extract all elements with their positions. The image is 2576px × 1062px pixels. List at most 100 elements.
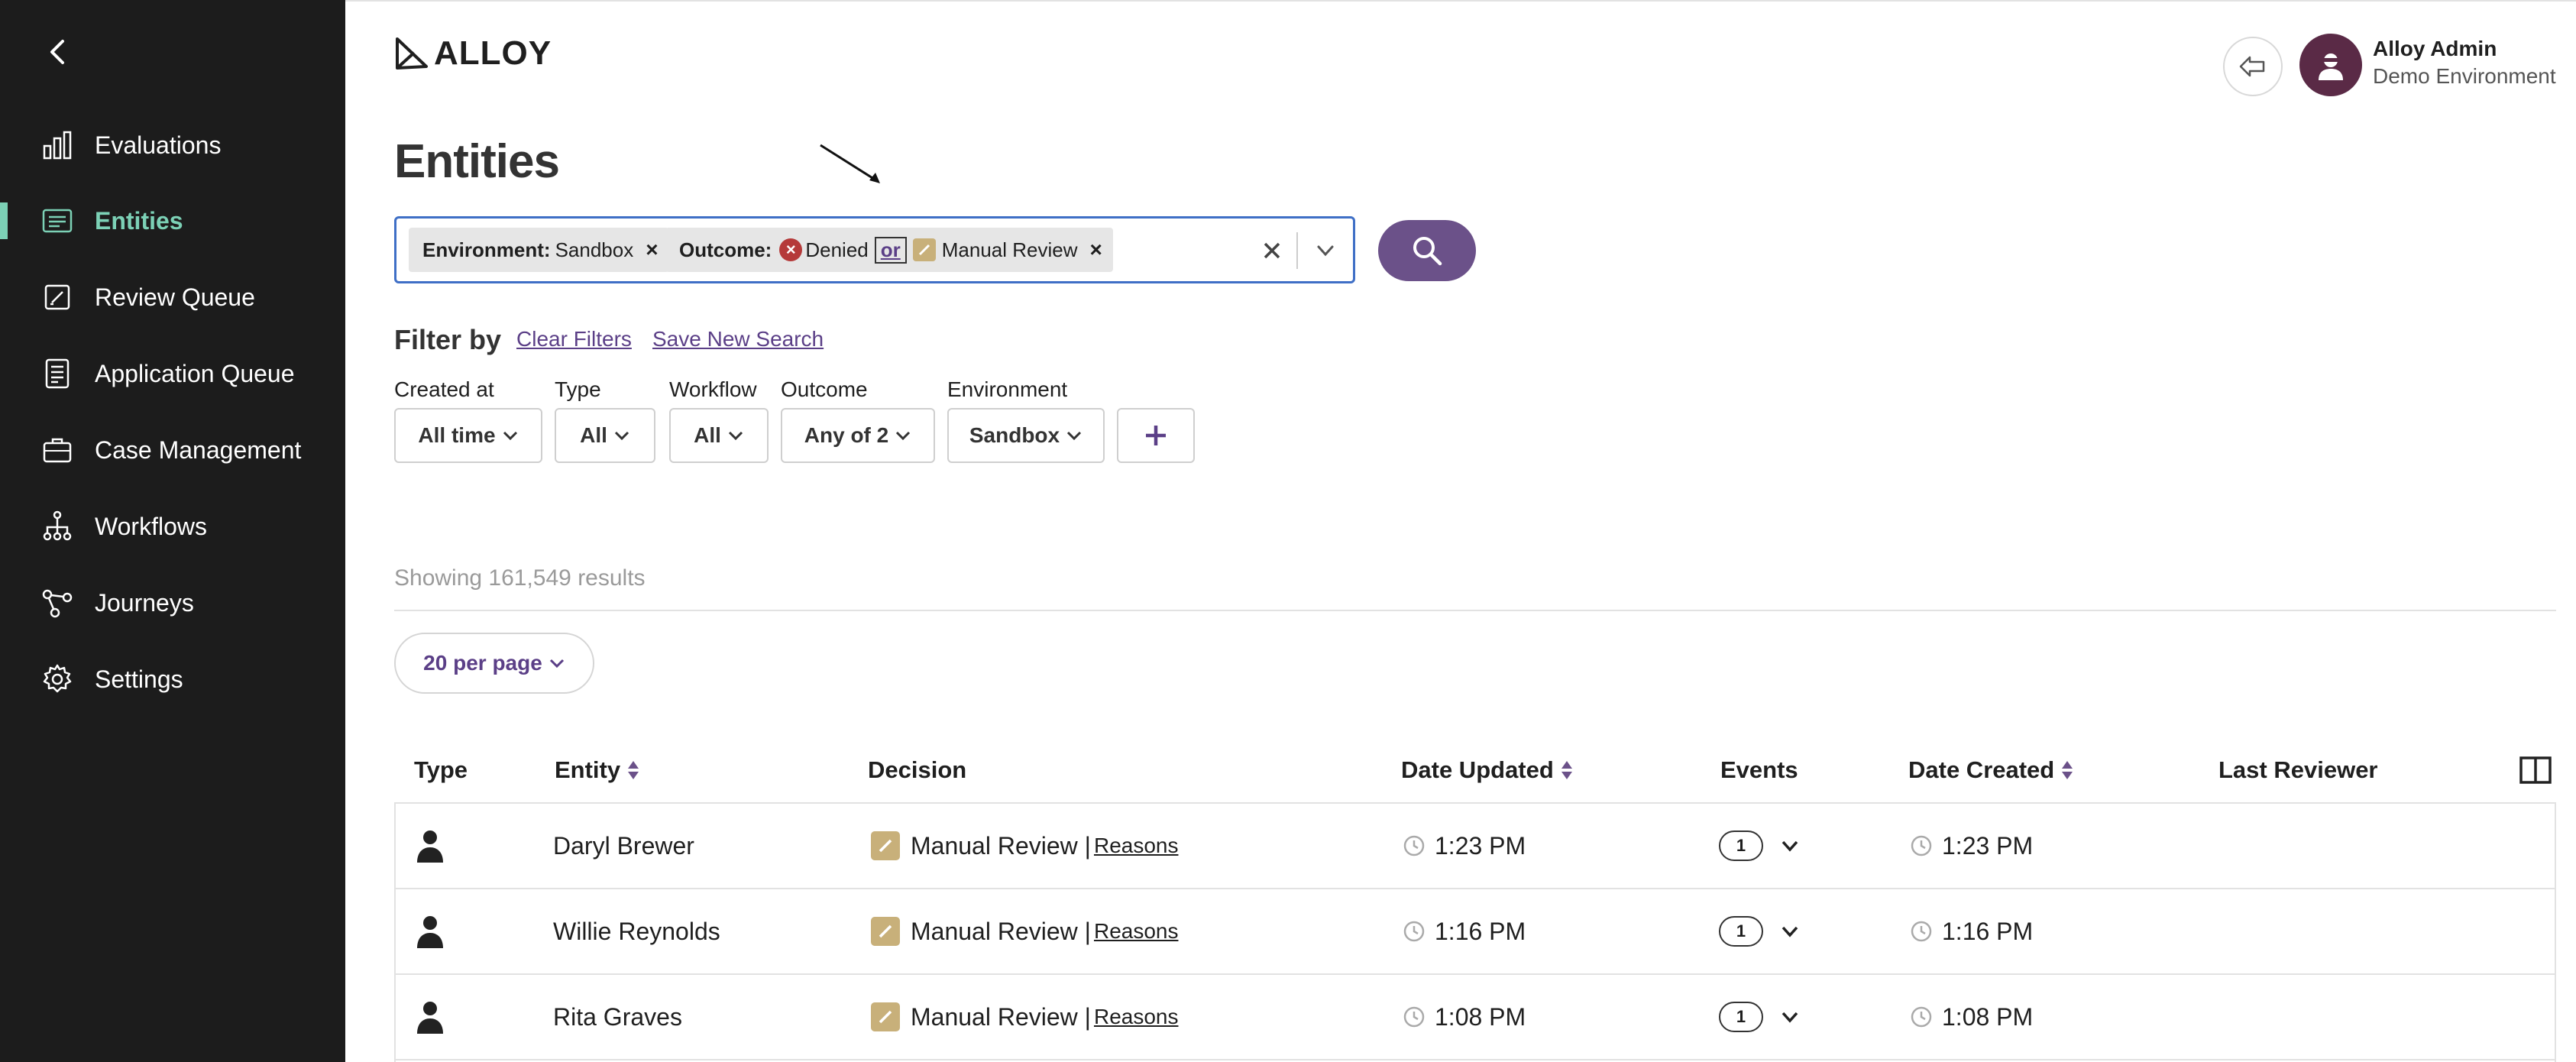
- sidebar-item-label: Settings: [95, 665, 183, 693]
- decision-text: Manual Review |: [911, 917, 1091, 945]
- save-new-search-link[interactable]: Save New Search: [652, 327, 824, 351]
- created-at-label: Created at: [394, 377, 494, 401]
- reasons-link[interactable]: Reasons: [1094, 834, 1179, 858]
- reasons-link[interactable]: Reasons: [1094, 1005, 1179, 1029]
- alloy-logo[interactable]: ALLOY: [394, 34, 552, 72]
- sidebar-item-evaluations[interactable]: Evaluations: [0, 122, 345, 168]
- outcome-dropdown[interactable]: Any of 2: [781, 408, 935, 463]
- column-header-date-created[interactable]: Date Created: [1908, 756, 2074, 784]
- date-created: 1:23 PM: [1942, 831, 2034, 860]
- date-created-cell: 1:16 PM: [1910, 889, 2033, 973]
- chevron-down-icon: [728, 431, 743, 441]
- sort-icon[interactable]: [1560, 759, 1574, 781]
- workflow-tree-icon: [41, 510, 73, 542]
- clear-search-icon[interactable]: [1257, 235, 1287, 266]
- date-updated-cell: 1:16 PM: [1403, 889, 1526, 973]
- sidebar-item-workflows[interactable]: Workflows: [0, 503, 345, 549]
- avatar[interactable]: [2299, 34, 2362, 96]
- workflow-dropdown[interactable]: All: [669, 408, 769, 463]
- entity-search-box[interactable]: Environment: Sandbox × Outcome: × Denied…: [394, 216, 1355, 283]
- chevron-down-icon[interactable]: [1778, 1005, 1801, 1028]
- chevron-down-icon: [896, 431, 911, 441]
- add-filter-button[interactable]: [1117, 408, 1195, 463]
- events-count-badge: 1: [1719, 830, 1763, 861]
- decision-cell: Manual Review | Reasons: [871, 804, 1178, 888]
- per-page-dropdown[interactable]: 20 per page: [394, 633, 594, 694]
- table-row[interactable]: Daryl Brewer Manual Review | Reasons 1:2…: [396, 804, 2555, 889]
- header-label: Events: [1720, 756, 1798, 783]
- sidebar-item-label: Evaluations: [95, 131, 222, 159]
- chip-key: Outcome:: [679, 238, 772, 261]
- entity-name[interactable]: Rita Graves: [553, 975, 682, 1059]
- type-dropdown[interactable]: All: [555, 408, 655, 463]
- logo-text: ALLOY: [434, 34, 552, 72]
- or-toggle[interactable]: or: [874, 236, 907, 264]
- chevron-down-icon: [614, 431, 629, 441]
- manual-review-icon: [871, 917, 900, 946]
- outcome-value: Any of 2: [804, 423, 889, 447]
- outcome-label: Outcome: [781, 377, 868, 401]
- sidebar-item-label: Application Queue: [95, 359, 295, 387]
- sidebar-item-settings[interactable]: Settings: [0, 656, 345, 702]
- header-label: Last Reviewer: [2218, 756, 2378, 783]
- date-updated-cell: 1:08 PM: [1403, 975, 1526, 1059]
- chevron-down-icon: [503, 431, 517, 441]
- events-cell[interactable]: 1: [1719, 975, 1801, 1059]
- header-label: Type: [414, 756, 468, 783]
- entity-name[interactable]: Willie Reynolds: [553, 889, 720, 973]
- chevron-down-icon[interactable]: [1778, 920, 1801, 943]
- gear-icon: [41, 663, 73, 695]
- remove-environment-chip-icon[interactable]: ×: [646, 238, 658, 262]
- chevron-down-icon[interactable]: [1778, 834, 1801, 857]
- events-count-badge: 1: [1719, 916, 1763, 947]
- decision-text: Manual Review |: [911, 831, 1091, 860]
- plus-icon: [1146, 426, 1166, 445]
- sidebar-item-application-queue[interactable]: Application Queue: [0, 351, 345, 397]
- manual-review-icon: [871, 1002, 900, 1031]
- header-label: Entity: [555, 756, 621, 783]
- sidebar-item-label: Review Queue: [95, 283, 255, 311]
- entity-name[interactable]: Daryl Brewer: [553, 804, 694, 888]
- chip-value: Sandbox: [555, 238, 634, 261]
- remove-outcome-chip-icon[interactable]: ×: [1090, 238, 1102, 262]
- date-updated: 1:16 PM: [1435, 917, 1526, 945]
- clear-filters-link[interactable]: Clear Filters: [516, 327, 632, 351]
- table-row[interactable]: Rita Graves Manual Review | Reasons 1:08…: [396, 975, 2555, 1060]
- sidebar-item-label: Journeys: [95, 588, 194, 617]
- sort-icon[interactable]: [626, 759, 640, 781]
- sidebar-item-case-management[interactable]: Case Management: [0, 427, 345, 473]
- sidebar-item-label: Workflows: [95, 512, 207, 540]
- sort-icon[interactable]: [2060, 759, 2074, 781]
- journey-nodes-icon: [41, 587, 73, 619]
- events-cell[interactable]: 1: [1719, 889, 1801, 973]
- date-created-cell: 1:23 PM: [1910, 804, 2033, 888]
- back-chevron-icon[interactable]: [43, 37, 73, 67]
- environment-value: Sandbox: [969, 423, 1060, 447]
- events-cell[interactable]: 1: [1719, 804, 1801, 888]
- chevron-down-icon[interactable]: [1310, 235, 1341, 266]
- switch-environment-button[interactable]: [2223, 37, 2283, 96]
- denied-icon: ×: [779, 238, 803, 261]
- sidebar-item-entities[interactable]: Entities: [0, 198, 345, 244]
- search-button[interactable]: [1378, 220, 1476, 281]
- column-header-entity[interactable]: Entity: [555, 756, 640, 784]
- chip-value-review: Manual Review: [941, 238, 1078, 261]
- person-icon: [416, 889, 445, 973]
- columns-layout-icon[interactable]: [2519, 756, 2552, 784]
- page-title: Entities: [394, 135, 560, 188]
- chevron-down-icon: [1067, 431, 1082, 441]
- environment-dropdown[interactable]: Sandbox: [947, 408, 1105, 463]
- table-row[interactable]: Willie Reynolds Manual Review | Reasons …: [396, 889, 2555, 975]
- per-page-value: 20 per page: [423, 651, 542, 675]
- edit-square-icon: [41, 281, 73, 313]
- person-icon: [416, 804, 445, 888]
- sidebar-item-journeys[interactable]: Journeys: [0, 580, 345, 626]
- annotation-arrow-icon: [820, 144, 880, 183]
- arrow-left-icon: [2239, 56, 2265, 77]
- chip-key: Environment:: [422, 238, 551, 261]
- sidebar-item-review-queue[interactable]: Review Queue: [0, 274, 345, 320]
- created-at-dropdown[interactable]: All time: [394, 408, 542, 463]
- reasons-link[interactable]: Reasons: [1094, 919, 1179, 944]
- date-updated: 1:23 PM: [1435, 831, 1526, 860]
- column-header-date-updated[interactable]: Date Updated: [1401, 756, 1574, 784]
